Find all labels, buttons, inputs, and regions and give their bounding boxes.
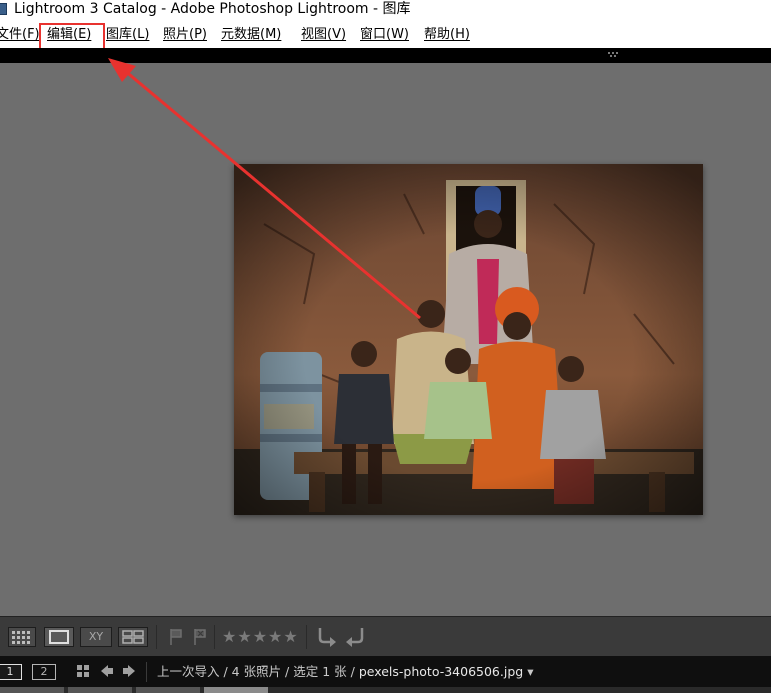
toolbar: XY ★★★★★ (0, 616, 771, 656)
rotate-left-icon[interactable] (316, 625, 338, 652)
loupe-view-icon[interactable] (44, 627, 74, 647)
menu-bar: 文件(F) 编辑(E) 图库(L) 照片(P) 元数据(M) 视图(V) 窗口(… (0, 20, 771, 48)
survey-view-icon[interactable] (118, 627, 148, 647)
toolbar-separator (306, 625, 307, 649)
pick-flag-icon[interactable] (168, 627, 184, 651)
grid-view-icon[interactable] (8, 627, 36, 647)
title-bar: Lightroom 3 Catalog - Adobe Photoshop Li… (0, 0, 771, 20)
toolbar-separator (214, 625, 215, 649)
filmstrip-thumbnails-edge (0, 687, 771, 693)
menu-photo[interactable]: 照片(P) (163, 26, 207, 44)
display-2-button[interactable]: 2 (32, 664, 56, 680)
menu-help[interactable]: 帮助(H) (424, 26, 470, 44)
filmstrip-separator (146, 662, 147, 682)
menu-library[interactable]: 图库(L) (106, 26, 149, 44)
display-1-button[interactable]: 1 (0, 664, 22, 680)
menu-metadata[interactable]: 元数据(M) (221, 26, 281, 44)
menu-window[interactable]: 窗口(W) (360, 26, 409, 44)
reject-flag-icon[interactable] (192, 627, 208, 651)
filmstrip-source-label[interactable]: 上一次导入 / 4 张照片 / 选定 1 张 / pexels-photo-34… (157, 664, 533, 680)
module-top-band (0, 48, 771, 63)
photo-preview[interactable] (234, 164, 703, 515)
grid-small-icon[interactable] (76, 664, 90, 682)
lightroom-app-icon (0, 3, 7, 15)
panel-collapse-grip-icon[interactable] (608, 52, 620, 58)
window-title: Lightroom 3 Catalog - Adobe Photoshop Li… (14, 1, 411, 17)
menu-view[interactable]: 视图(V) (301, 26, 346, 44)
source-path-text: 上一次导入 / 4 张照片 / 选定 1 张 / (157, 664, 359, 679)
filename-dropdown-icon[interactable]: ▾ (527, 664, 533, 679)
forward-arrow-icon[interactable] (122, 664, 136, 682)
filename-text: pexels-photo-3406506.jpg (358, 664, 524, 679)
compare-view-icon[interactable]: XY (80, 627, 112, 647)
toolbar-separator (156, 625, 157, 649)
back-arrow-icon[interactable] (100, 664, 114, 682)
rotate-right-icon[interactable] (344, 625, 366, 652)
menu-file[interactable]: 文件(F) (0, 26, 40, 44)
star-rating[interactable]: ★★★★★ (222, 627, 299, 647)
